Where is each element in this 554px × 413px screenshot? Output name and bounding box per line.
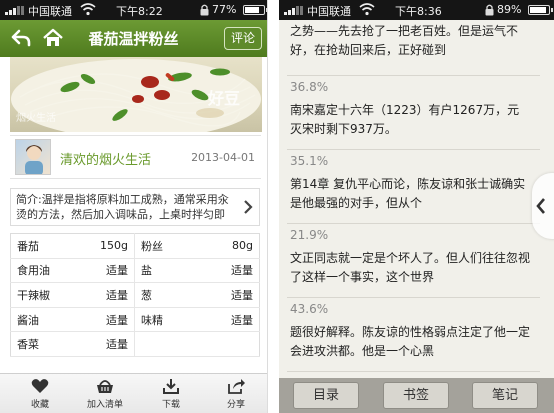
note-text: 文正同志就一定是个坏人了。但人们往往忽视了这样一个事实，这个世界 <box>290 251 531 284</box>
signal-icon <box>284 6 306 15</box>
lock-rotation-icon <box>485 4 494 16</box>
author-row[interactable]: 清欢的烟火生活 2013-04-01 <box>10 135 261 179</box>
note-progress: 35.1% <box>290 154 329 168</box>
favorite-label: 收藏 <box>30 400 49 410</box>
page-title: 番茄温拌粉丝 <box>88 30 179 48</box>
add-list-button[interactable]: 加入清单 <box>74 374 136 413</box>
ingredient-amount: 适量 <box>200 307 260 333</box>
avatar-figure-icon <box>25 145 43 174</box>
reader-toolbar: 目录 书签 笔记 <box>279 378 554 413</box>
ingredient-amount: 80g <box>200 233 260 259</box>
ingredient-amount: 适量 <box>200 258 260 284</box>
wifi-icon <box>359 3 375 16</box>
status-bar: 中国联通 下午8:22 77% <box>0 0 267 20</box>
download-label: 下载 <box>161 400 180 410</box>
watermark-logo: 好豆 <box>207 89 240 108</box>
note-progress: 43.6% <box>290 302 329 316</box>
divider <box>287 223 540 224</box>
avatar[interactable] <box>15 139 51 175</box>
note-text: 南宋嘉定十六年（1223）有户1267万，元灭宋时剩下937万。 <box>290 103 520 136</box>
ingredient-name: 粉丝 <box>134 233 201 259</box>
ingredient-row: 食用油 适量盐适量 <box>10 258 260 284</box>
ingredient-name: 葱 <box>134 282 201 308</box>
left-phone-screen: 中国联通 下午8:22 77% 番茄温拌粉丝 评论 好豆 烟火生活 清欢的烟火生… <box>0 0 268 413</box>
right-phone-screen: 中国联通 下午8:36 89% 之势——先去抢了一把老百姓。但是运气不好，在抢劫… <box>279 0 554 413</box>
battery-percent: 89% <box>497 3 522 16</box>
wifi-icon <box>80 3 96 16</box>
ingredient-amount: 适量 <box>76 258 135 284</box>
divider <box>287 371 540 372</box>
note-progress: 36.8% <box>290 80 329 94</box>
ingredient-name: 盐 <box>134 258 201 284</box>
note-progress: 21.9% <box>290 228 329 242</box>
ingredient-amount <box>200 331 260 357</box>
download-button[interactable]: 下载 <box>140 374 202 413</box>
ingredient-amount: 150g <box>76 233 135 259</box>
ingredient-amount: 适量 <box>76 307 135 333</box>
notes-button[interactable]: 笔记 <box>472 382 538 409</box>
side-drawer-handle[interactable] <box>532 173 554 239</box>
toc-button[interactable]: 目录 <box>293 382 359 409</box>
author-name[interactable]: 清欢的烟火生活 <box>60 149 151 168</box>
chevron-right-icon <box>244 200 253 214</box>
favorite-button[interactable]: 收藏 <box>9 374 71 413</box>
divider <box>287 75 540 76</box>
carrier-label: 中国联通 <box>307 5 351 18</box>
ingredient-name: 番茄 <box>10 233 77 259</box>
share-button[interactable]: 分享 <box>205 374 267 413</box>
ingredient-amount: 适量 <box>76 331 135 357</box>
lock-rotation-icon <box>200 4 209 16</box>
carrier-label: 中国联通 <box>28 5 72 18</box>
ingredient-amount: 适量 <box>200 282 260 308</box>
ingredient-row: 干辣椒 适量葱适量 <box>10 282 260 308</box>
note-text: 题很好解释。陈友谅的性格弱点注定了他一定会进攻洪都。他是一个心黑 <box>290 325 531 358</box>
ingredient-row: 番茄 150g 粉丝 80g <box>10 233 260 259</box>
note-text: 之势——先去抢了一把老百姓。但是运气不好，在抢劫回来后，正好碰到 <box>290 24 519 57</box>
bottom-toolbar: 收藏 加入清单 下载 分享 <box>0 373 267 413</box>
bookmark-button[interactable]: 书签 <box>383 382 449 409</box>
basket-icon <box>97 380 113 393</box>
recipe-photo[interactable]: 好豆 烟火生活 <box>10 57 262 132</box>
share-icon <box>228 379 245 394</box>
ingredient-name: 干辣椒 <box>10 282 77 308</box>
ingredient-name: 食用油 <box>10 258 77 284</box>
comment-button[interactable]: 评论 <box>224 27 262 50</box>
intro-text: 简介:温拌是指将原料加工成熟，通常采用汆烫的方法，然后加入调味品，上桌时拌匀即可 <box>16 193 229 224</box>
clock-label: 下午8:36 <box>395 5 442 18</box>
app-header: 番茄温拌粉丝 评论 <box>0 20 267 57</box>
ingredient-name <box>134 331 201 357</box>
post-date: 2013-04-01 <box>191 151 255 164</box>
battery-percent: 77% <box>212 3 237 16</box>
intro-box[interactable]: 简介:温拌是指将原料加工成熟，通常采用汆烫的方法，然后加入调味品，上桌时拌匀即可 <box>10 188 260 226</box>
add-list-label: 加入清单 <box>86 400 123 410</box>
battery-icon <box>243 5 267 15</box>
note-text: 第14章 复仇平心而论，陈友谅和张士诚确实是他最强的对手，但从个 <box>290 177 526 210</box>
clock-label: 下午8:22 <box>116 5 163 18</box>
ingredient-name: 酱油 <box>10 307 77 333</box>
ingredient-amount: 适量 <box>76 282 135 308</box>
divider <box>287 149 540 150</box>
ingredients-table: 番茄 150g 粉丝 80g 食用油 适量盐适量 干辣椒 适量葱适量 酱油 适量 味精 适量 香菜 适量 <box>10 233 260 357</box>
download-icon <box>163 379 179 394</box>
watermark-caption: 烟火生活 <box>16 113 56 124</box>
share-label: 分享 <box>226 400 245 410</box>
battery-icon <box>528 5 553 15</box>
status-bar: 中国联通 下午8:36 89% <box>279 0 554 20</box>
ingredient-row: 酱油 适量 味精 适量 <box>10 307 260 333</box>
signal-icon <box>5 6 27 15</box>
chevron-left-icon <box>536 198 545 214</box>
divider <box>287 297 540 298</box>
ingredient-row: 香菜 适量 <box>10 331 260 357</box>
back-arrow-icon[interactable] <box>10 27 32 49</box>
heart-icon <box>31 379 49 393</box>
ingredient-name: 味精 <box>134 307 201 333</box>
ingredient-name: 香菜 <box>10 331 77 357</box>
